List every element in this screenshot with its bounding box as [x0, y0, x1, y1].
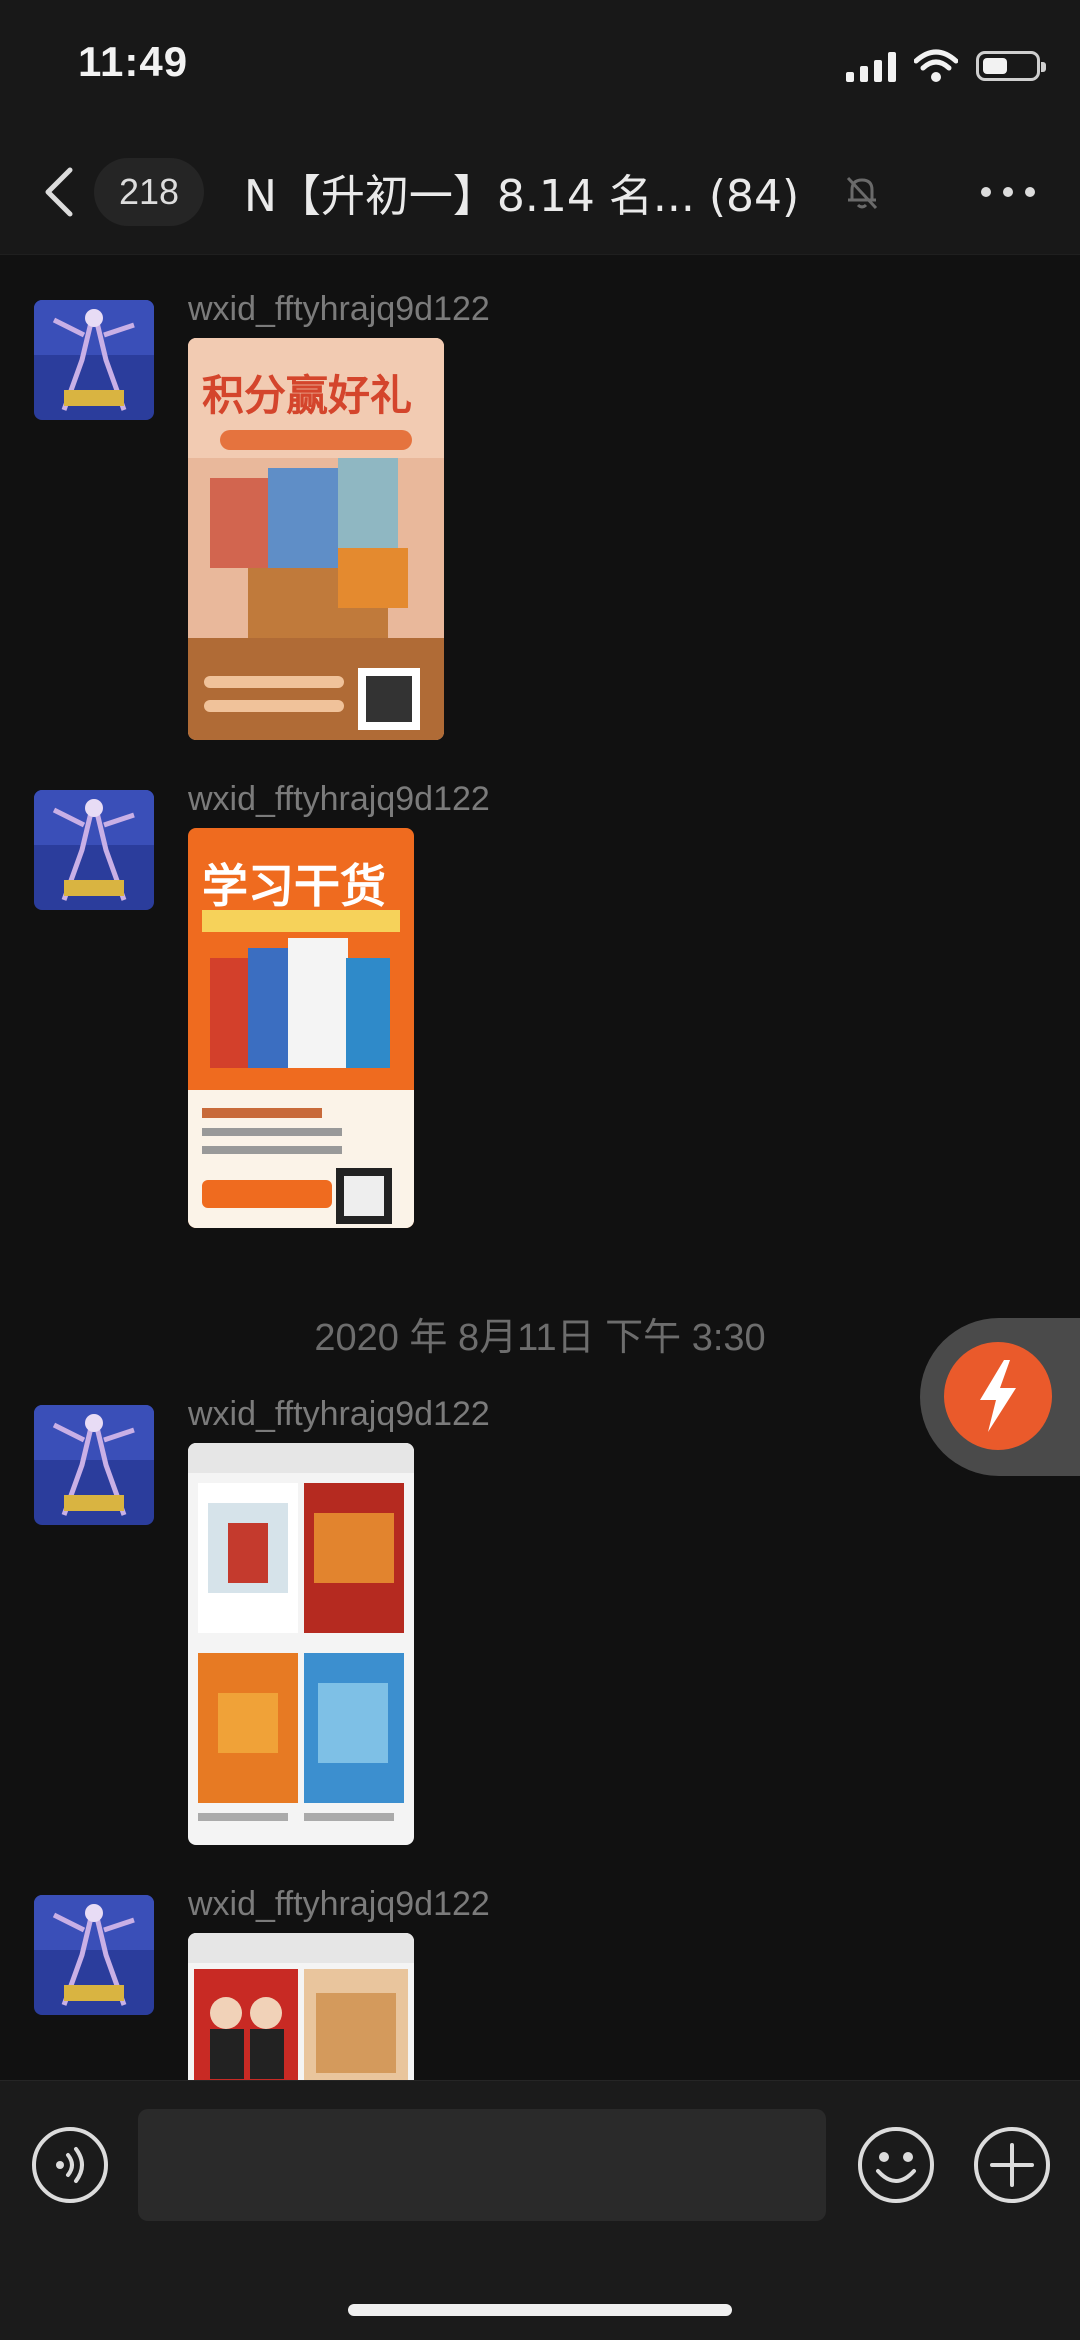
message-text-input[interactable] — [138, 2109, 826, 2221]
avatar[interactable] — [34, 1895, 154, 2015]
image-message[interactable] — [188, 1443, 414, 1845]
more-options-icon[interactable] — [980, 184, 1036, 200]
status-time: 11:49 — [78, 38, 189, 85]
chat-title[interactable]: N【升初一】8.14 名... (84) — [244, 160, 799, 224]
wifi-icon — [914, 49, 958, 82]
message-timestamp: 2020 年 8月11日 下午 3:30 — [314, 1317, 766, 1359]
image-message[interactable] — [188, 1933, 414, 2080]
image-title: 学习干货 — [202, 859, 386, 913]
image-title: 积分赢好礼 — [202, 371, 413, 420]
voice-input-icon[interactable] — [30, 2125, 110, 2205]
image-message[interactable]: 学习干货 — [188, 828, 414, 1228]
status-bar: 11:49 — [0, 0, 1080, 130]
sender-name: wxid_fftyhrajq9d122 — [188, 780, 490, 818]
add-attachment-icon[interactable] — [972, 2125, 1052, 2205]
home-indicator[interactable] — [348, 2304, 732, 2316]
status-icons — [846, 46, 1046, 86]
avatar[interactable] — [34, 300, 154, 420]
message-input-bar — [0, 2080, 1080, 2340]
signal-icon — [846, 50, 896, 82]
chat-header: 218 N【升初一】8.14 名... (84) — [0, 130, 1080, 255]
lightning-icon-badge — [944, 1342, 1052, 1450]
back-icon[interactable] — [40, 166, 80, 218]
floating-assistant-button[interactable] — [920, 1318, 1080, 1476]
sender-name: wxid_fftyhrajq9d122 — [188, 1395, 490, 1433]
sender-name: wxid_fftyhrajq9d122 — [188, 290, 490, 328]
avatar[interactable] — [34, 1405, 154, 1525]
sender-name: wxid_fftyhrajq9d122 — [188, 1885, 490, 1923]
avatar[interactable] — [34, 790, 154, 910]
mute-bell-icon — [846, 176, 878, 210]
image-message[interactable]: 积分赢好礼 — [188, 338, 444, 740]
unread-count-badge[interactable]: 218 — [94, 158, 204, 226]
battery-icon — [976, 51, 1046, 81]
lightning-icon — [980, 1360, 1016, 1432]
emoji-icon[interactable] — [856, 2125, 936, 2205]
